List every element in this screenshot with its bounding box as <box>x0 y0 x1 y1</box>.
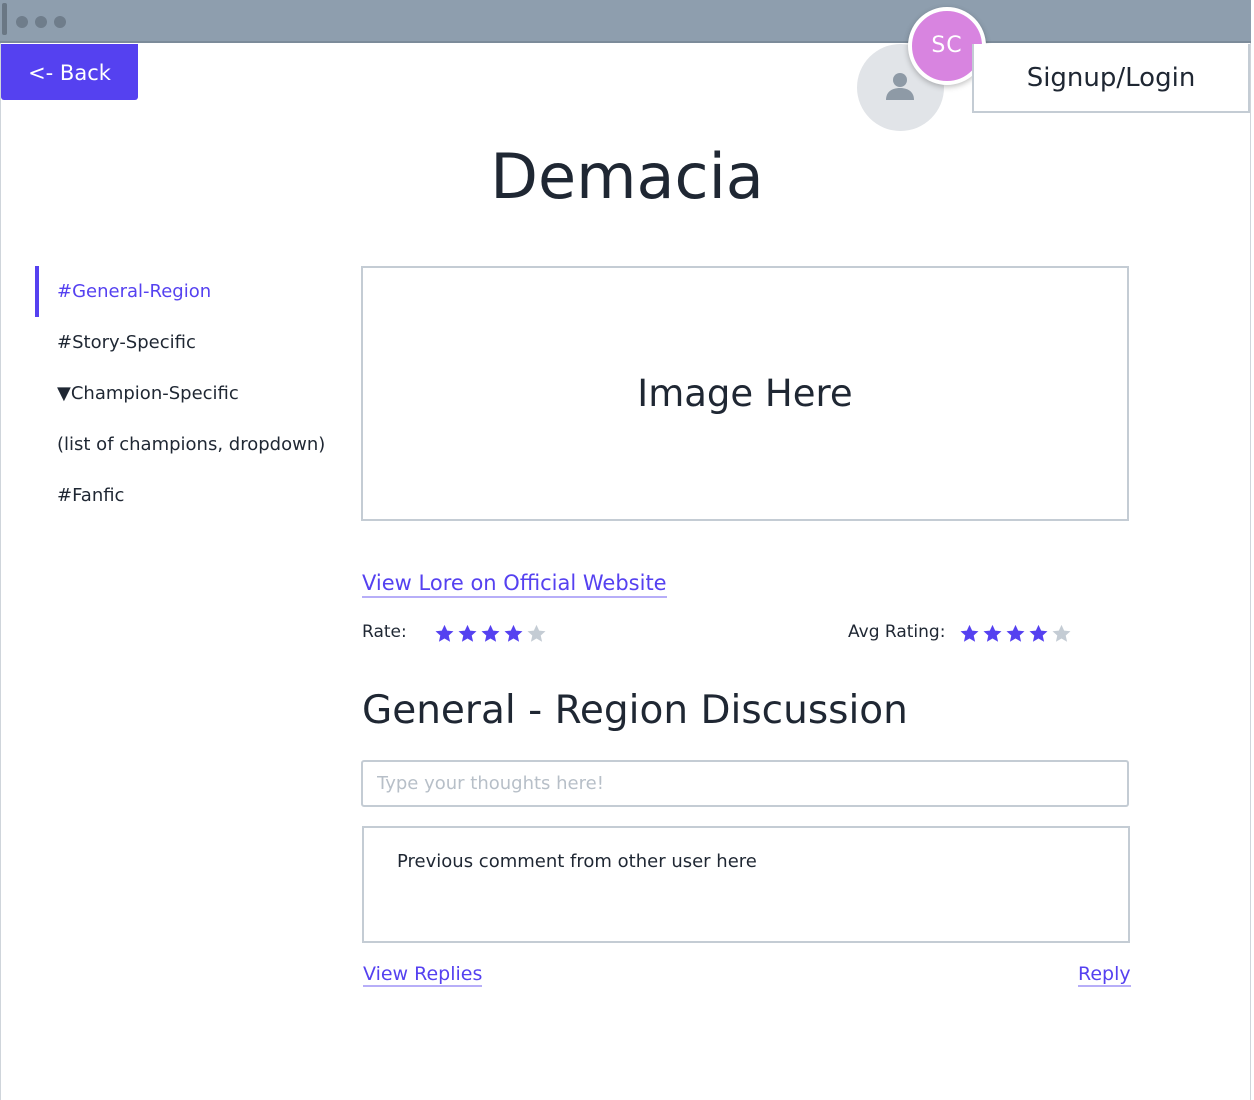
discussion-title: General - Region Discussion <box>362 688 908 733</box>
sidebar-item-fanfic[interactable]: #Fanfic <box>35 470 345 521</box>
avg-rating-label: Avg Rating: <box>848 622 946 642</box>
comment-input[interactable] <box>361 760 1129 807</box>
sidebar-item-champion-specific[interactable]: ▼Champion-Specific <box>35 368 345 419</box>
back-button[interactable]: <- Back <box>1 44 138 100</box>
rate-star-icon[interactable] <box>456 623 479 645</box>
avg-rating-star-icon <box>983 624 1002 642</box>
window-titlebar <box>0 0 1251 43</box>
rate-star-icon[interactable] <box>502 623 525 645</box>
rate-label: Rate: <box>362 622 407 642</box>
sidebar-item-champion-list[interactable]: (list of champions, dropdown) <box>35 419 345 470</box>
avg-rating-star-icon <box>1029 624 1048 642</box>
window-maximize-dot[interactable] <box>54 16 66 28</box>
avg-rating-star-icon <box>1006 624 1025 642</box>
image-placeholder-label: Image Here <box>637 372 853 415</box>
window-close-dot[interactable] <box>16 16 28 28</box>
view-lore-link[interactable]: View Lore on Official Website <box>362 571 667 598</box>
rate-star-icon[interactable] <box>433 623 456 645</box>
avg-rating-star-icon <box>1052 624 1071 642</box>
rate-stars[interactable] <box>433 623 548 645</box>
page-title: Demacia <box>490 140 764 213</box>
view-replies-link[interactable]: View Replies <box>363 963 483 987</box>
avg-rating-star-icon <box>960 624 979 642</box>
titlebar-edge <box>2 3 7 35</box>
window-minimize-dot[interactable] <box>35 16 47 28</box>
signup-login-button[interactable]: Signup/Login <box>972 44 1250 113</box>
avg-rating-stars <box>958 623 1073 645</box>
sidebar-item-story-specific[interactable]: #Story-Specific <box>35 317 345 368</box>
sidebar-item-general-region[interactable]: #General-Region <box>35 266 345 317</box>
rate-star-icon[interactable] <box>525 623 548 645</box>
comment-card: Previous comment from other user here <box>362 826 1130 943</box>
rate-star-icon[interactable] <box>479 623 502 645</box>
user-icon <box>886 73 914 100</box>
comment-text: Previous comment from other user here <box>397 851 757 872</box>
sidebar-nav: #General-Region #Story-Specific ▼Champio… <box>35 266 345 521</box>
region-image-placeholder: Image Here <box>361 266 1129 521</box>
reply-link[interactable]: Reply <box>1078 963 1131 987</box>
